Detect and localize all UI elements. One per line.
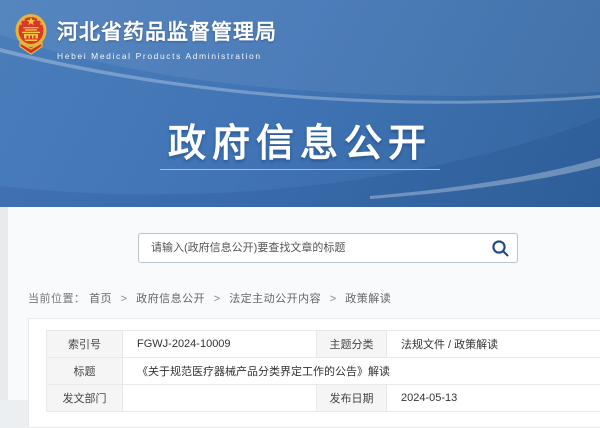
breadcrumb-label: 当前位置： bbox=[28, 293, 86, 305]
issuing-department-label: 发文部门 bbox=[47, 385, 123, 412]
breadcrumb-separator: > bbox=[330, 293, 337, 305]
topic-category-label: 主题分类 bbox=[317, 331, 387, 358]
breadcrumb: 当前位置： 首页 > 政府信息公开 > 法定主动公开内容 > 政策解读 bbox=[28, 290, 391, 306]
national-emblem-logo bbox=[14, 12, 48, 58]
breadcrumb-policy-interpretation-link[interactable]: 政策解读 bbox=[345, 293, 391, 305]
title-label: 标题 bbox=[47, 358, 123, 385]
content-section: 当前位置： 首页 > 政府信息公开 > 法定主动公开内容 > 政策解读 索引号 … bbox=[0, 207, 600, 400]
search-box bbox=[138, 233, 518, 263]
breadcrumb-separator: > bbox=[214, 293, 221, 305]
breadcrumb-separator: > bbox=[121, 293, 128, 305]
agency-name-zh: 河北省药品监督管理局 bbox=[57, 16, 277, 46]
top-banner: 河北省药品监督管理局 Hebei Medical Products Admini… bbox=[0, 0, 600, 207]
publish-date-value: 2024-05-13 bbox=[387, 385, 600, 412]
title-value: 《关于规范医疗器械产品分类界定工作的公告》解读 bbox=[123, 358, 600, 385]
search-button[interactable] bbox=[483, 234, 517, 262]
search-icon bbox=[491, 239, 510, 258]
agency-name-en: Hebei Medical Products Administration bbox=[57, 51, 277, 61]
title-underline bbox=[160, 169, 440, 170]
index-number-label: 索引号 bbox=[47, 331, 123, 358]
breadcrumb-statutory-disclosure-link[interactable]: 法定主动公开内容 bbox=[229, 293, 321, 305]
agency-header: 河北省药品监督管理局 Hebei Medical Products Admini… bbox=[14, 10, 277, 61]
table-row: 发文部门 发布日期 2024-05-13 bbox=[47, 385, 600, 412]
search-input[interactable] bbox=[139, 234, 483, 262]
document-info-card: 索引号 FGWJ-2024-10009 主题分类 法规文件 / 政策解读 标题 … bbox=[28, 318, 600, 428]
table-row: 索引号 FGWJ-2024-10009 主题分类 法规文件 / 政策解读 bbox=[47, 331, 600, 358]
issuing-department-value bbox=[123, 385, 317, 412]
breadcrumb-gov-info-link[interactable]: 政府信息公开 bbox=[136, 293, 205, 305]
index-number-value: FGWJ-2024-10009 bbox=[123, 331, 317, 358]
page-title: 政府信息公开 bbox=[0, 112, 600, 167]
table-row: 标题 《关于规范医疗器械产品分类界定工作的公告》解读 bbox=[47, 358, 600, 385]
topic-category-value: 法规文件 / 政策解读 bbox=[387, 331, 600, 358]
content-background: 当前位置： 首页 > 政府信息公开 > 法定主动公开内容 > 政策解读 索引号 … bbox=[8, 207, 600, 400]
breadcrumb-home-link[interactable]: 首页 bbox=[89, 293, 112, 305]
publish-date-label: 发布日期 bbox=[317, 385, 387, 412]
